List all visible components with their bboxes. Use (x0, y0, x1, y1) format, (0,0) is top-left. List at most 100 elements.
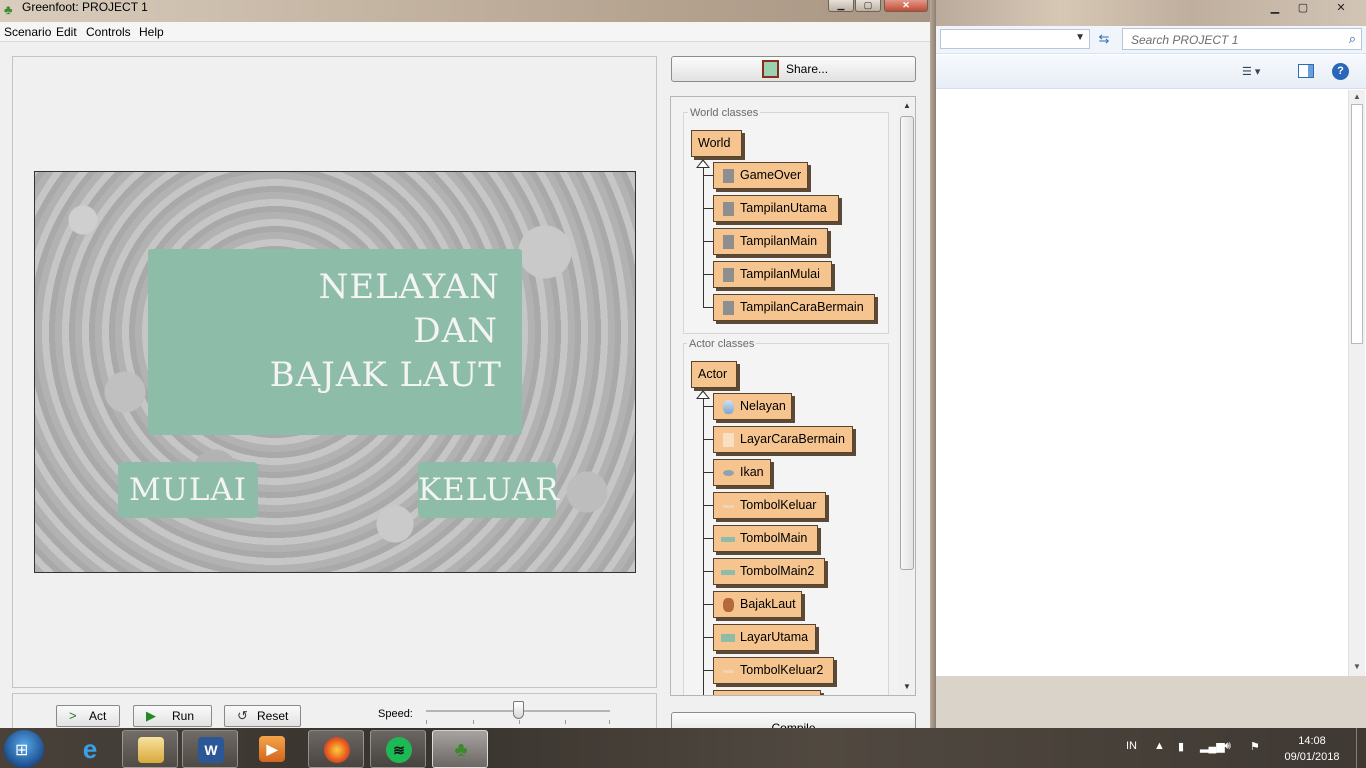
greenfoot-footprint-icon: ♣ (454, 739, 468, 761)
class-tombolkeluar2[interactable]: TombolKeluar2 (713, 657, 834, 684)
address-field[interactable]: ▼ (940, 29, 1090, 49)
menu-scenario[interactable]: Scenario (4, 25, 51, 39)
internet-explorer-icon: e (82, 734, 98, 764)
taskbar-greenfoot[interactable]: ♣ (432, 730, 488, 768)
class-tombolmain[interactable]: TombolMain (713, 525, 818, 552)
keluar-button[interactable]: KELUAR (418, 462, 559, 518)
taskbar-media-player[interactable]: ▶ (244, 730, 300, 768)
explorer-close-button[interactable]: ✕ (1328, 0, 1354, 18)
window-title: Greenfoot: PROJECT 1 (22, 0, 148, 14)
class-browser-scrollbar[interactable]: ▲ ▼ (899, 98, 915, 694)
class-label: BajakLaut (740, 597, 796, 611)
scroll-down-icon[interactable]: ▼ (1353, 662, 1361, 671)
refresh-icon[interactable]: ⇆ (1094, 29, 1114, 49)
inheritance-branch (703, 406, 713, 407)
world-image-icon (723, 268, 734, 282)
address-dropdown-icon[interactable]: ▼ (1075, 32, 1085, 43)
start-button[interactable]: ⊞ (4, 730, 44, 768)
scroll-thumb[interactable] (900, 116, 914, 570)
search-icon[interactable]: ⌕ (1349, 31, 1356, 47)
taskbar-spotify[interactable]: ≋ (370, 730, 426, 768)
battery-icon[interactable]: ▮ (1178, 740, 1184, 753)
taskbar-firefox[interactable] (308, 730, 364, 768)
reset-label: Reset (257, 709, 289, 723)
search-input[interactable]: Search PROJECT 1 ⌕ (1122, 28, 1362, 50)
class-layarcarabermain[interactable]: LayarCaraBermain (713, 426, 853, 453)
world-image-icon (723, 169, 734, 183)
class-actor[interactable]: Actor (691, 361, 737, 388)
taskbar-file-explorer[interactable] (122, 730, 178, 768)
network-signal-icon[interactable]: ▂▄▆ (1200, 740, 1225, 753)
speed-slider-knob[interactable] (512, 701, 524, 719)
class-label: TombolKeluar (740, 498, 817, 512)
game-title-line-3: BAJAK LAUT (269, 355, 502, 395)
explorer-address-bar: ▼ ⇆ Search PROJECT 1 ⌕ (936, 26, 1366, 54)
reset-button[interactable]: ↺ Reset (224, 705, 301, 727)
explorer-minimize-button[interactable]: ▁ (1262, 0, 1288, 18)
class-tombolkeluar[interactable]: TombolKeluar (713, 492, 826, 519)
show-desktop-button[interactable] (1356, 728, 1366, 768)
taskbar-internet-explorer[interactable]: e (62, 730, 118, 768)
help-icon[interactable]: ? (1332, 63, 1349, 80)
class-label: TampilanCaraBermain (740, 300, 864, 314)
preview-pane-icon[interactable] (1298, 64, 1314, 78)
mulai-button[interactable]: MULAI (118, 462, 258, 518)
inheritance-branch (703, 241, 713, 242)
class-tampilancarabermain[interactable]: TampilanCaraBermain (713, 294, 875, 321)
media-player-icon: ▶ (259, 736, 285, 762)
class-partial[interactable] (713, 690, 821, 695)
inheritance-arrow-icon (696, 390, 710, 399)
inheritance-branch (703, 505, 713, 506)
minimize-button[interactable]: ▁ (828, 0, 854, 12)
button-image-icon (723, 670, 734, 673)
speed-tick (426, 720, 427, 724)
explorer-maximize-button[interactable]: ▢ (1290, 0, 1316, 18)
action-center-flag-icon[interactable]: ⚑ (1250, 740, 1260, 753)
close-button[interactable]: ✕ (884, 0, 928, 12)
system-clock[interactable]: 14:08 09/01/2018 (1282, 733, 1342, 765)
class-actor-label: Actor (698, 367, 728, 381)
class-nelayan[interactable]: Nelayan (713, 393, 792, 420)
world-canvas[interactable]: NELAYAN DAN BAJAK LAUT MULAI KELUAR (34, 171, 636, 573)
pirate-icon (723, 598, 734, 612)
class-label: TombolKeluar2 (740, 663, 824, 677)
maximize-button[interactable]: ▢ (855, 0, 881, 12)
speed-label: Speed: (378, 708, 413, 720)
inheritance-branch (703, 274, 713, 275)
spotify-icon: ≋ (386, 737, 412, 763)
button-image-icon (723, 505, 734, 508)
inheritance-branch (703, 604, 713, 605)
run-button[interactable]: ▶ Run (133, 705, 212, 727)
class-tampilanutama[interactable]: TampilanUtama (713, 195, 839, 222)
scroll-thumb[interactable] (1351, 104, 1363, 344)
language-indicator[interactable]: IN (1126, 740, 1137, 752)
scroll-up-icon[interactable]: ▲ (1353, 92, 1361, 101)
actor-classes-label: Actor classes (687, 338, 757, 350)
scroll-down-icon[interactable]: ▼ (903, 682, 911, 691)
view-options-icon[interactable]: ☰ ▾ (1242, 65, 1272, 79)
class-tampilanmulai[interactable]: TampilanMulai (713, 261, 832, 288)
class-label: TampilanUtama (740, 201, 827, 215)
act-button[interactable]: > Act (56, 705, 120, 727)
share-button[interactable]: Share... (671, 56, 916, 82)
class-world[interactable]: World (691, 130, 742, 157)
class-gameover[interactable]: GameOver (713, 162, 808, 189)
class-tombolmain2[interactable]: TombolMain2 (713, 558, 825, 585)
class-label: LayarUtama (740, 630, 809, 644)
class-bajaklaut[interactable]: BajakLaut (713, 591, 802, 618)
class-ikan[interactable]: Ikan (713, 459, 771, 486)
windows-logo-icon: ⊞ (15, 742, 29, 759)
explorer-scrollbar[interactable]: ▲ ▼ (1348, 90, 1365, 676)
class-tampilanmain[interactable]: TampilanMain (713, 228, 828, 255)
class-label: GameOver (740, 168, 802, 182)
menu-help[interactable]: Help (139, 25, 164, 39)
scroll-up-icon[interactable]: ▲ (903, 101, 911, 110)
menu-edit[interactable]: Edit (56, 25, 77, 39)
show-hidden-icons-icon[interactable]: ▲ (1154, 740, 1165, 752)
inheritance-branch (703, 208, 713, 209)
class-label: TombolMain2 (740, 564, 815, 578)
class-layarutama[interactable]: LayarUtama (713, 624, 816, 651)
menu-controls[interactable]: Controls (86, 25, 131, 39)
volume-icon[interactable]: 🔊︎ (1224, 740, 1231, 753)
taskbar-word[interactable]: W (182, 730, 238, 768)
